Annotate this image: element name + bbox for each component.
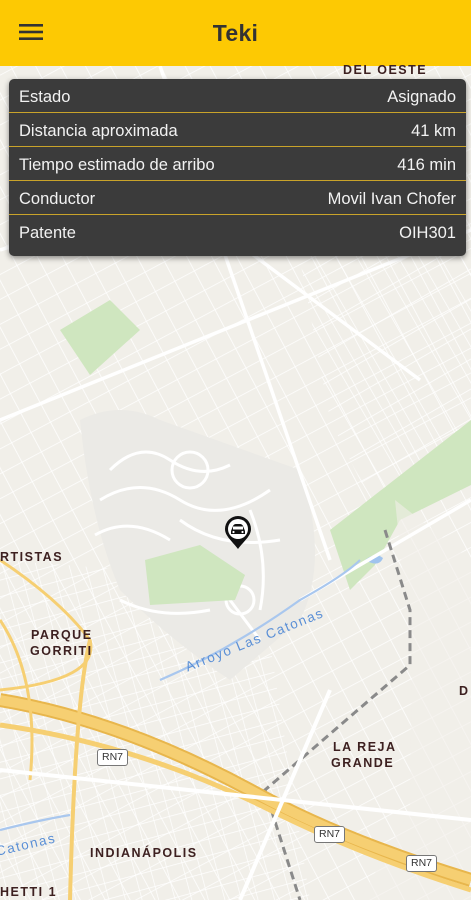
row-value: Asignado [387,88,456,106]
trip-info-row-tiempo: Tiempo estimado de arribo 416 min [9,146,466,180]
trip-info-row-conductor: Conductor Movil Ivan Chofer [9,180,466,214]
route-shield: RN7 [314,826,346,843]
trip-info-row-patente: Patente OIH301 [9,214,466,248]
row-label: Patente [19,224,76,242]
trip-info-row-distancia: Distancia aproximada 41 km [9,112,466,146]
row-label: Tiempo estimado de arribo [19,156,215,174]
trip-info-card: Estado Asignado Distancia aproximada 41 … [9,79,466,256]
app-bar: Teki [0,0,471,66]
row-label: Conductor [19,190,96,208]
row-value: 416 min [397,156,456,174]
row-value: OIH301 [399,224,456,242]
row-label: Distancia aproximada [19,122,178,140]
app-title: Teki [212,20,259,46]
map-label-la-reja-1: LA REJA [333,740,397,754]
route-shield: RN7 [97,749,129,766]
row-label: Estado [19,88,71,106]
map-label-parque-gorriti-2: GORRITI [30,644,93,658]
map-label-la-reja-2: GRANDE [331,756,395,770]
map-label-parque-gorriti-1: PARQUE [31,628,93,642]
map-label-edge-d: D [459,684,470,698]
map-label-indianapolis: INDIANÁPOLIS [90,846,198,860]
route-shield: RN7 [406,855,438,872]
map-label-hetti: HETTI 1 [0,885,58,899]
map-label-artistas: RTISTAS [0,550,64,564]
row-value: 41 km [411,122,456,140]
map-label-del-oeste: DEL OESTE [343,63,428,77]
trip-info-row-estado: Estado Asignado [9,79,466,112]
row-value: Movil Ivan Chofer [327,190,456,208]
